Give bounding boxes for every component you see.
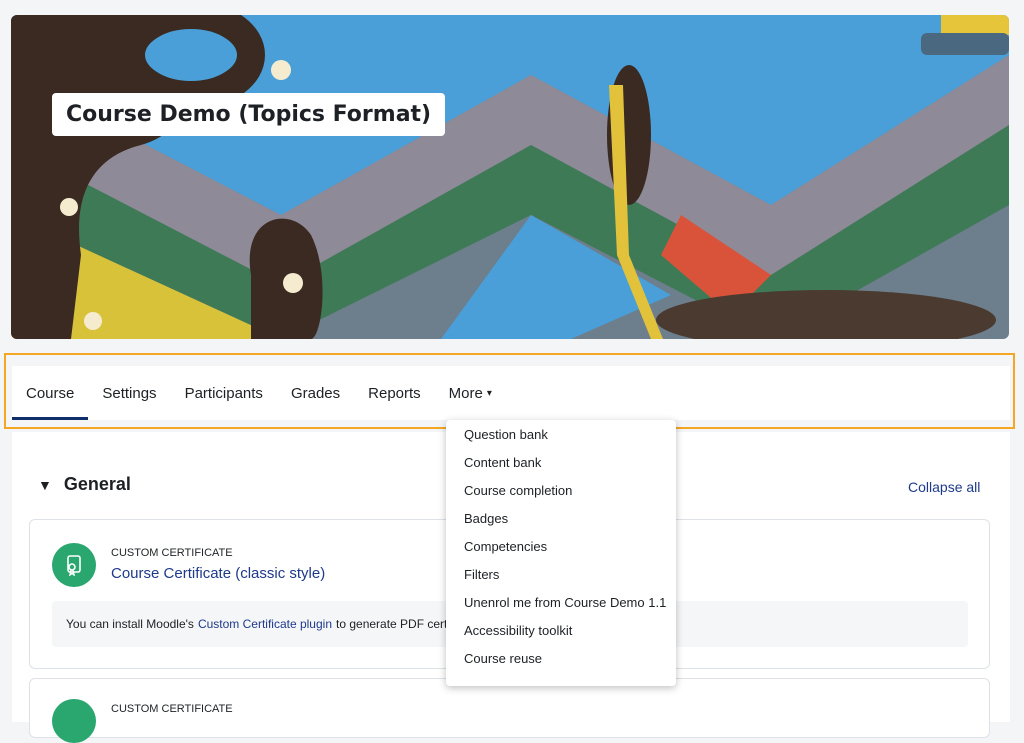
menu-item-course-completion[interactable]: Course completion (446, 476, 676, 504)
banner-image (11, 15, 1009, 339)
certificate-icon (52, 699, 96, 743)
course-banner (11, 15, 1009, 339)
note-text-suffix: to generate PDF certi (336, 617, 451, 631)
tab-grades[interactable]: Grades (277, 366, 354, 420)
menu-item-question-bank[interactable]: Question bank (446, 420, 676, 448)
chevron-down-icon: ▾ (486, 387, 492, 399)
more-dropdown-menu: Question bank Content bank Course comple… (446, 420, 676, 686)
menu-item-accessibility-toolkit[interactable]: Accessibility toolkit (446, 616, 676, 644)
tab-settings[interactable]: Settings (88, 366, 170, 420)
tab-course[interactable]: Course (12, 366, 89, 420)
tab-more-label: More (448, 384, 483, 402)
page-title: Course Demo (Topics Format) (52, 93, 446, 136)
chevron-down-icon[interactable]: ▼ (38, 477, 52, 493)
tab-reports[interactable]: Reports (354, 366, 435, 420)
course-nav: Course Settings Participants Grades Repo… (12, 366, 1010, 420)
tab-participants[interactable]: Participants (171, 366, 277, 420)
section-header[interactable]: ▼ General (38, 474, 131, 495)
collapse-all-link[interactable]: Collapse all (908, 479, 980, 495)
menu-item-unenrol[interactable]: Unenrol me from Course Demo 1.1 (446, 588, 676, 616)
section-title: General (63, 474, 131, 494)
activity-link[interactable]: Course Certificate (classic style) (111, 565, 325, 582)
tab-more[interactable]: More ▾ (435, 366, 506, 420)
menu-item-filters[interactable]: Filters (446, 560, 676, 588)
custom-certificate-plugin-link[interactable]: Custom Certificate plugin (198, 617, 332, 631)
menu-item-badges[interactable]: Badges (446, 504, 676, 532)
menu-item-content-bank[interactable]: Content bank (446, 448, 676, 476)
activity-type: CUSTOM CERTIFICATE (111, 703, 233, 715)
activity-type: CUSTOM CERTIFICATE (111, 547, 233, 559)
menu-item-competencies[interactable]: Competencies (446, 532, 676, 560)
menu-item-course-reuse[interactable]: Course reuse (446, 644, 676, 672)
note-text: You can install Moodle's (66, 617, 194, 631)
certificate-icon (52, 543, 96, 587)
